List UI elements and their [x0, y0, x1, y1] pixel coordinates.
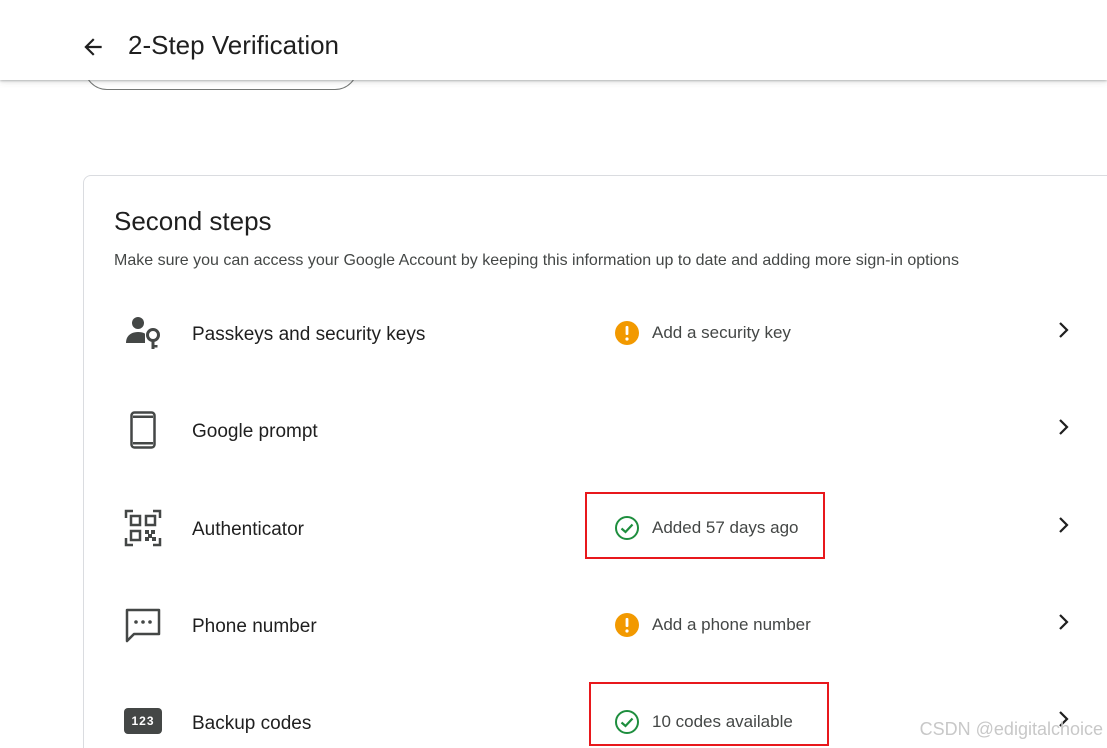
qr-code-icon [124, 509, 162, 547]
chevron-right-icon [1059, 517, 1069, 533]
phone-number-row[interactable]: Phone number Add a phone number [84, 578, 1107, 674]
row-label: Passkeys and security keys [192, 324, 426, 345]
watermark: CSDN @edigitalchoice [919, 719, 1103, 739]
passkey-icon [126, 317, 160, 349]
second-steps-card: Second steps Make sure you can access yo… [83, 175, 1107, 748]
annotation-box-backup-codes [589, 682, 829, 746]
numbers-icon: 123 [124, 708, 162, 734]
page-title: 2-Step Verification [128, 30, 340, 60]
google-prompt-row[interactable]: Google prompt [84, 383, 1107, 479]
chevron-right-icon [1059, 322, 1069, 338]
chevron-right-icon [1059, 419, 1069, 435]
warning-icon [615, 613, 639, 637]
row-label: Backup codes [192, 713, 312, 734]
row-label: Authenticator [192, 519, 304, 540]
back-arrow-icon[interactable] [80, 34, 106, 60]
row-label: Google prompt [192, 421, 318, 442]
annotation-box-authenticator [585, 492, 825, 559]
section-title: Second steps [114, 206, 272, 236]
phone-icon [130, 411, 156, 449]
status-indicator: Add a phone number [614, 612, 811, 638]
warning-icon [615, 321, 639, 345]
page-header: 2-Step Verification [0, 0, 1107, 80]
row-label: Phone number [192, 616, 317, 637]
status-text: Add a phone number [652, 615, 811, 634]
status-indicator: Add a security key [614, 320, 791, 346]
status-text: Add a security key [652, 323, 791, 342]
section-description: Make sure you can access your Google Acc… [114, 252, 959, 269]
chevron-right-icon [1059, 614, 1069, 630]
passkeys-row[interactable]: Passkeys and security keys Add a securit… [84, 286, 1107, 382]
message-icon [125, 608, 161, 643]
